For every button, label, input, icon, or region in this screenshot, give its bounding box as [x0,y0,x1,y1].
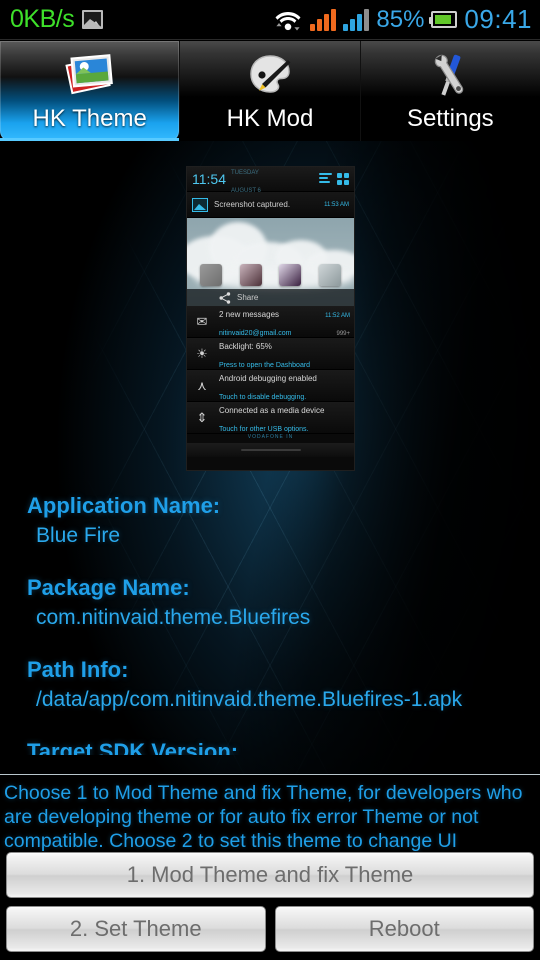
preview-row-title: Backlight: 65% [219,341,272,351]
preview-notification-title: Screenshot captured. [214,200,291,209]
tab-hk-mod[interactable]: HK Mod [180,41,361,141]
grid-icon [337,173,349,185]
preview-app-icon [279,264,302,286]
theme-info-list: Application Name: Blue Fire Package Name… [0,491,540,755]
preview-notification-time: 11:53 AM [324,201,349,208]
signal-bars-blue-icon [343,8,370,31]
tab-bar: HK Theme HK Mod Settings [0,41,540,141]
preview-row-title: 2 new messages [219,309,280,319]
preview-app-icons [187,264,354,286]
preview-share-label: Share [237,293,259,302]
status-bar-right: 85% 09:41 [273,4,532,35]
preview-drag-handle [187,443,354,457]
wifi-icon [273,8,303,32]
tab-label-hk-mod: HK Mod [226,105,314,132]
status-bar-left: 0KB/s [10,5,104,34]
preview-app-icon [199,264,222,286]
preview-notification-row: ✉ 2 new messages nitinvaid20@gmail.com 1… [187,306,354,338]
target-sdk-label: Target SDK Version: [27,739,239,755]
preview-row-time: 11:52 AM [325,312,350,319]
path-info-value: /data/app/com.nitinvaid.theme.Bluefires-… [36,688,463,711]
reboot-button[interactable]: Reboot [274,906,534,952]
path-info-label: Path Info: [27,657,129,682]
preview-date-line2: AUGUST 6 [231,188,261,194]
preview-date: TUESDAY AUGUST 6 [231,167,261,197]
package-name-value: com.nitinvaid.theme.Bluefires [36,606,311,629]
preview-row-title: Connected as a media device [219,405,325,415]
preview-wallpaper: Share [187,218,354,306]
image-icon [192,197,208,212]
mail-icon: ✉ [196,313,208,329]
preview-row-meta: 11:52 AM 999+ [325,304,350,340]
preview-clock: 11:54 [192,171,226,187]
battery-percent-text: 85% [376,5,425,33]
signal-bars-orange-icon [310,8,337,31]
preview-row-text: Backlight: 65% Press to open the Dashboa… [219,336,350,372]
set-theme-button[interactable]: 2. Set Theme [6,906,266,952]
preview-row-text: 2 new messages nitinvaid20@gmail.com [219,304,319,340]
preview-row-text: Connected as a media device Touch for ot… [219,400,350,436]
preview-notification-row: ☀ Backlight: 65% Press to open the Dashb… [187,338,354,370]
tab-label-settings: Settings [406,105,494,132]
app-root: 0KB/s 85% 09:41 HK Theme HK Mod Settings… [0,0,540,960]
palette-brush-icon [241,49,299,101]
preview-app-icon [239,264,262,286]
android-icon: ⋏ [197,377,207,393]
usb-icon: ⇕ [196,409,208,425]
status-bar: 0KB/s 85% 09:41 [0,0,540,40]
share-icon [219,291,231,304]
preview-row-title: Android debugging enabled [219,373,317,383]
battery-icon [429,11,458,28]
network-speed-text: 0KB/s [10,5,75,33]
mod-theme-button[interactable]: 1. Mod Theme and fix Theme [6,852,534,898]
preview-row-subtitle: Touch for other USB options. [219,425,309,433]
screwdriver-wrench-icon [421,49,479,101]
preview-status-icons [319,173,349,185]
preview-notification-row: ⋏ Android debugging enabled Touch to dis… [187,370,354,402]
tab-settings[interactable]: Settings [360,41,540,141]
preview-notification-row: ⇕ Connected as a media device Touch for … [187,402,354,434]
application-name-value: Blue Fire [36,524,121,547]
preview-status-bar: 11:54 TUESDAY AUGUST 6 [187,167,354,194]
tab-label-hk-theme: HK Theme [32,105,147,132]
preview-app-icon [319,264,342,286]
theme-preview-image[interactable]: 11:54 TUESDAY AUGUST 6 Screenshot captur… [186,166,355,471]
photos-icon [61,49,119,101]
tab-hk-theme[interactable]: HK Theme [0,41,181,141]
preview-top-notification: Screenshot captured. 11:53 AM [187,192,354,218]
theme-details-scroll[interactable]: 11:54 TUESDAY AUGUST 6 Screenshot captur… [0,141,540,774]
clock-text: 09:41 [464,4,532,34]
application-name-label: Application Name: [27,493,221,518]
preview-date-line1: TUESDAY [231,170,259,176]
preview-share-bar: Share [187,289,354,306]
action-buttons-row: 2. Set Theme Reboot [6,906,534,952]
package-name-label: Package Name: [27,575,190,600]
bottom-action-panel: Choose 1 to Mod Theme and fix Theme, for… [0,774,540,960]
instructions-text: Choose 1 to Mod Theme and fix Theme, for… [4,782,523,852]
action-buttons: 1. Mod Theme and fix Theme 2. Set Theme … [0,852,540,960]
brightness-icon: ☀ [196,345,208,361]
sliders-icon [319,173,332,185]
preview-row-text: Android debugging enabled Touch to disab… [219,368,350,404]
screenshot-icon [82,10,104,29]
